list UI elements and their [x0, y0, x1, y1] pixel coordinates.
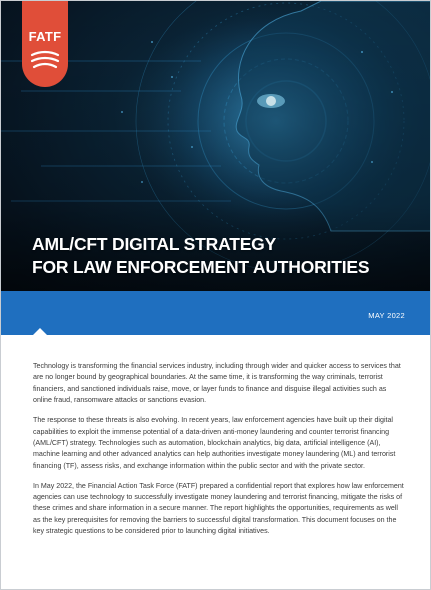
- fatf-logo: FATF: [22, 1, 68, 87]
- date-band: MAY 2022: [1, 291, 430, 335]
- paragraph-1: Technology is transforming the financial…: [33, 362, 401, 405]
- paragraph-2: The response to these threats is also ev…: [33, 416, 396, 470]
- document-body: Technology is transforming the financial…: [33, 361, 405, 546]
- paragraph-3: In May 2022, the Financial Action Task F…: [33, 481, 404, 536]
- logo-swoosh-icon: [30, 50, 60, 69]
- title-line-1: AML/CFT DIGITAL STRATEGY: [32, 234, 277, 254]
- logo-text: FATF: [28, 29, 62, 44]
- title-line-2: FOR LAW ENFORCEMENT AUTHORITIES: [32, 257, 370, 277]
- publication-date: MAY 2022: [368, 311, 405, 320]
- document-page: FATF AML/CFT DIGITAL STRATEGY FOR LAW EN…: [0, 0, 431, 590]
- document-title: AML/CFT DIGITAL STRATEGY FOR LAW ENFORCE…: [32, 233, 370, 279]
- cover-image: FATF AML/CFT DIGITAL STRATEGY FOR LAW EN…: [1, 1, 430, 291]
- band-notch: [32, 328, 48, 336]
